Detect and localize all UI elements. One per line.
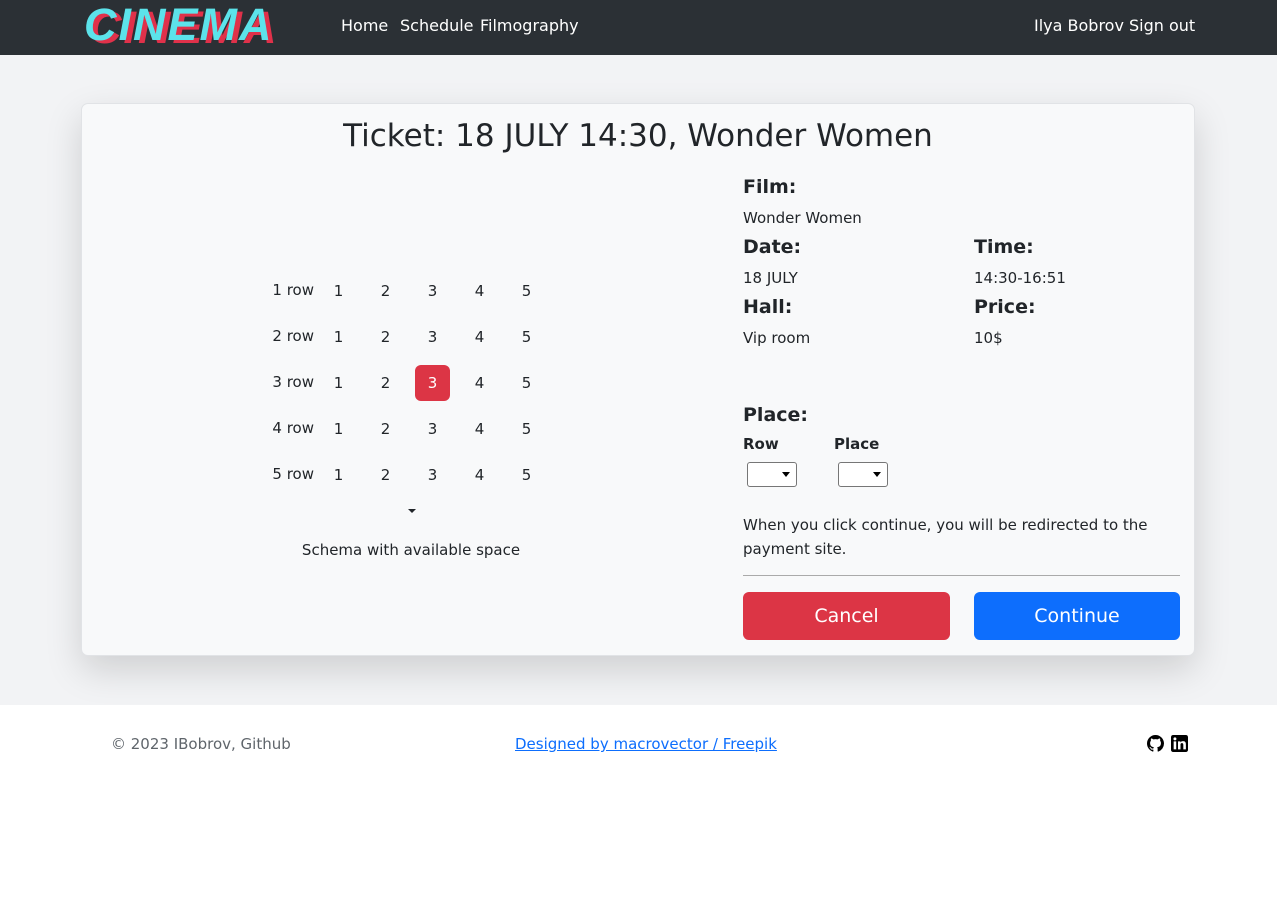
cinema-logo[interactable]: CINEMA CINEMA xyxy=(80,2,312,52)
film-label: Film: xyxy=(743,176,797,198)
ticket-card: Ticket: 18 JULY 14:30, Wonder Women 1 ro… xyxy=(81,103,1195,656)
place-heading: Place: xyxy=(743,404,809,426)
redirect-note: When you click continue, you will be red… xyxy=(743,516,1148,558)
seat[interactable]: 5 xyxy=(509,365,544,401)
seat[interactable]: 2 xyxy=(368,365,403,401)
seat[interactable]: 2 xyxy=(368,319,403,355)
hall-label: Hall: xyxy=(743,296,793,318)
seat[interactable]: 2 xyxy=(368,273,403,309)
logo-text: CINEMA xyxy=(84,2,274,50)
seat[interactable]: 4 xyxy=(462,457,497,493)
place-select-label: Place xyxy=(834,435,880,453)
navbar: CINEMA CINEMA Home Schedule Filmography … xyxy=(0,0,1277,55)
row-label: 3 row xyxy=(272,373,314,391)
date-label: Date: xyxy=(743,236,802,258)
seat[interactable]: 1 xyxy=(321,319,356,355)
seat[interactable]: 4 xyxy=(462,273,497,309)
film-value: Wonder Women xyxy=(743,209,862,227)
row-label: 4 row xyxy=(272,419,314,437)
seat[interactable]: 1 xyxy=(321,365,356,401)
seat[interactable]: 5 xyxy=(509,457,544,493)
seat[interactable]: 5 xyxy=(509,411,544,447)
seat[interactable]: 3 xyxy=(415,319,450,355)
row-label: 5 row xyxy=(272,465,314,483)
seat[interactable]: 2 xyxy=(368,457,403,493)
ticket-title: Ticket: 18 JULY 14:30, Wonder Women xyxy=(343,118,933,154)
linkedin-icon[interactable] xyxy=(1171,735,1188,752)
time-value: 14:30-16:51 xyxy=(974,269,1066,287)
time-label: Time: xyxy=(974,236,1034,258)
schema-caption: Schema with available space xyxy=(301,541,521,559)
row-label: 1 row xyxy=(272,281,314,299)
seat-selected[interactable]: 3 xyxy=(415,365,450,401)
footer-credit-link[interactable]: Designed by macrovector / Freepik xyxy=(515,734,777,754)
divider xyxy=(743,575,1180,576)
nav-home[interactable]: Home xyxy=(341,16,388,36)
hall-value: Vip room xyxy=(743,329,811,347)
place-select[interactable] xyxy=(838,462,888,487)
seat[interactable]: 4 xyxy=(462,319,497,355)
seat[interactable]: 1 xyxy=(321,457,356,493)
seat[interactable]: 3 xyxy=(415,457,450,493)
seat[interactable]: 5 xyxy=(509,319,544,355)
row-label: 2 row xyxy=(272,327,314,345)
github-icon[interactable] xyxy=(1147,735,1164,752)
nav-filmography[interactable]: Filmography xyxy=(480,16,579,36)
price-value: 10$ xyxy=(974,329,1003,347)
nav-schedule[interactable]: Schedule xyxy=(400,16,474,36)
cancel-button[interactable]: Cancel xyxy=(743,592,950,640)
nav-signout[interactable]: Sign out xyxy=(1129,16,1195,36)
seat[interactable]: 5 xyxy=(509,273,544,309)
seat[interactable]: 1 xyxy=(321,273,356,309)
seat[interactable]: 3 xyxy=(415,273,450,309)
nav-user[interactable]: Ilya Bobrov xyxy=(1034,16,1124,36)
caret-down-icon[interactable] xyxy=(408,509,416,513)
seat[interactable]: 4 xyxy=(462,365,497,401)
row-select[interactable] xyxy=(747,462,797,487)
price-label: Price: xyxy=(974,296,1036,318)
seat[interactable]: 1 xyxy=(321,411,356,447)
seat[interactable]: 2 xyxy=(368,411,403,447)
date-value: 18 JULY xyxy=(743,269,798,287)
seat[interactable]: 3 xyxy=(415,411,450,447)
continue-button[interactable]: Continue xyxy=(974,592,1180,640)
seat[interactable]: 4 xyxy=(462,411,497,447)
row-select-label: Row xyxy=(743,435,779,453)
footer-copyright: © 2023 IBobrov, Github xyxy=(111,735,291,753)
